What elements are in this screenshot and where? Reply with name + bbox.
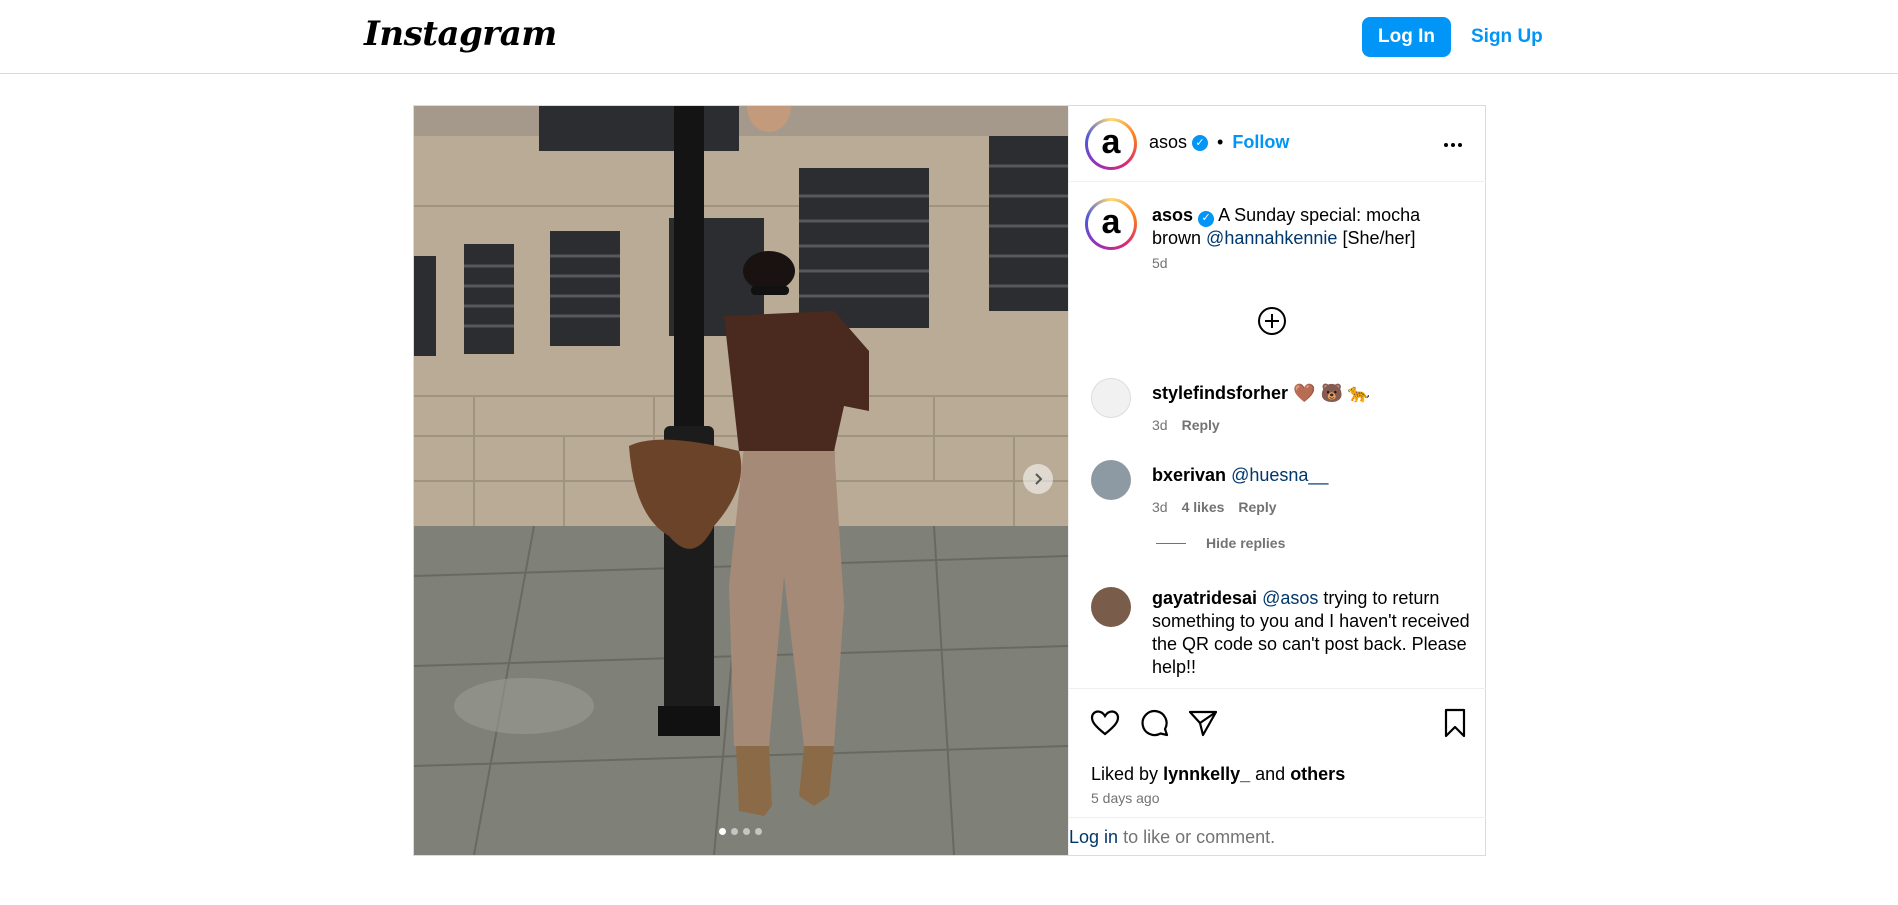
heart-icon[interactable] [1089, 707, 1121, 739]
carousel-indicator [719, 828, 762, 835]
comment-text: stylefindsforher 🤎 🐻 🐆 [1152, 382, 1472, 405]
caption-pronouns: [She/her] [1342, 228, 1416, 248]
post-time: 5 days ago [1091, 790, 1160, 806]
hide-replies-label: Hide replies [1206, 535, 1286, 551]
liked-by-prefix: Liked by [1091, 764, 1159, 784]
commenter-avatar[interactable] [1091, 587, 1131, 627]
load-more-comments-icon[interactable] [1256, 305, 1288, 337]
verified-badge-icon: ✓ [1192, 134, 1209, 151]
comment-text: gayatridesai @asos trying to return some… [1152, 587, 1472, 679]
comment-likes[interactable]: 4 likes [1182, 499, 1225, 515]
carousel-dot [731, 828, 738, 835]
top-navigation-bar: Instagram Log In Sign Up [0, 0, 1898, 74]
verified-badge-icon: ✓ [1198, 210, 1215, 227]
author-avatar[interactable]: a [1085, 118, 1137, 170]
post-actions: Liked by lynnkelly_ and others 5 days ag… [1069, 688, 1486, 855]
reply-button[interactable]: Reply [1238, 499, 1276, 515]
author-username[interactable]: asos [1149, 132, 1187, 153]
caption-mention[interactable]: @hannahkennie [1206, 228, 1337, 248]
log-in-link[interactable]: Log in [1069, 827, 1118, 847]
bookmark-icon[interactable] [1439, 707, 1471, 739]
post-image[interactable] [414, 106, 1068, 855]
comment-mention[interactable]: @asos [1262, 588, 1318, 608]
replies-divider [1156, 542, 1186, 544]
chevron-right-icon [1035, 473, 1043, 485]
liked-by: Liked by lynnkelly_ and others [1091, 764, 1345, 785]
share-icon[interactable] [1187, 707, 1219, 739]
more-options-icon[interactable] [1440, 132, 1466, 158]
liked-by-user[interactable]: lynnkelly_ [1163, 764, 1250, 784]
carousel-dot [755, 828, 762, 835]
follow-button[interactable]: Follow [1232, 132, 1289, 153]
comment-time: 3d [1152, 417, 1168, 433]
carousel-dot [719, 828, 726, 835]
sign-up-link[interactable]: Sign Up [1471, 17, 1543, 57]
hide-replies-button[interactable]: Hide replies [1156, 535, 1285, 551]
comment-mention[interactable]: @huesna__ [1231, 465, 1328, 485]
reply-button[interactable]: Reply [1182, 417, 1220, 433]
login-to-comment: Log in to like or comment. [1069, 817, 1486, 856]
caption-avatar[interactable]: a [1085, 198, 1137, 250]
commenter-username[interactable]: gayatridesai [1152, 588, 1257, 608]
comment-meta: 3d 4 likes Reply [1152, 499, 1277, 515]
comment-body: 🤎 🐻 🐆 [1293, 383, 1371, 403]
liked-by-and: and [1255, 764, 1286, 784]
carousel-dot [743, 828, 750, 835]
next-slide-button[interactable] [1023, 464, 1053, 494]
caption-username[interactable]: asos [1152, 205, 1193, 225]
caption-time: 5d [1152, 255, 1168, 271]
commenter-username[interactable]: stylefindsforher [1152, 383, 1288, 403]
commenter-avatar[interactable] [1091, 378, 1131, 418]
separator-dot: • [1217, 132, 1224, 152]
log-in-button[interactable]: Log In [1362, 17, 1451, 57]
instagram-logo[interactable]: Instagram [364, 14, 557, 54]
comment-text: bxerivan @huesna__ [1152, 464, 1472, 487]
post-header: a asos ✓ • Follow [1069, 106, 1486, 182]
comment-time: 3d [1152, 499, 1168, 515]
comment-meta: 3d Reply [1152, 417, 1220, 433]
comment-icon[interactable] [1138, 707, 1170, 739]
commenter-username[interactable]: bxerivan [1152, 465, 1226, 485]
post-photo [414, 106, 1068, 855]
liked-by-others[interactable]: others [1290, 764, 1345, 784]
caption-text: asos ✓ A Sunday special: mocha brown @ha… [1152, 204, 1452, 250]
post-side-panel: a asos ✓ • Follow a asos ✓ A Sunday spec… [1068, 106, 1486, 855]
commenter-avatar[interactable] [1091, 460, 1131, 500]
login-suffix: to like or comment. [1123, 827, 1276, 847]
post-card: a asos ✓ • Follow a asos ✓ A Sunday spec… [413, 105, 1486, 856]
author-info: asos ✓ • Follow [1149, 132, 1289, 153]
